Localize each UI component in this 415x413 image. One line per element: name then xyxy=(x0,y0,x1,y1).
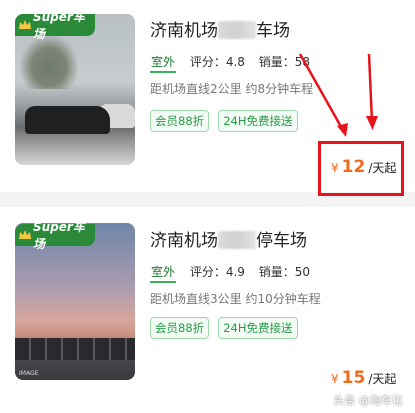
price-highlight-box xyxy=(318,141,404,196)
crown-icon xyxy=(19,20,31,30)
redacted-text xyxy=(218,231,256,249)
title-end: 车场 xyxy=(256,21,290,41)
title-end: 停车场 xyxy=(256,231,307,251)
member-discount-chip: 会员88折 xyxy=(150,110,210,132)
parking-meta: 室外 评分：4.9 销量：50 xyxy=(150,263,310,283)
title-start: 济南机场 xyxy=(150,231,218,251)
free-shuttle-chip: 24H免费接送 xyxy=(218,317,298,339)
photo-watermark: IMAGE xyxy=(19,370,39,377)
title-start: 济南机场 xyxy=(150,21,218,41)
arrow-annotation-icon xyxy=(298,53,378,137)
super-badge: Super车场 xyxy=(15,10,95,41)
distance-text: 距机场直线2公里 约8分钟车程 xyxy=(150,82,314,96)
free-shuttle-chip: 24H免费接送 xyxy=(218,110,298,132)
price-amount: 15 xyxy=(341,368,366,388)
parking-title[interactable]: 济南机场 停车场 xyxy=(150,226,307,251)
badge-label: Super车场 xyxy=(33,10,85,41)
sales-label: 销量： xyxy=(258,55,295,69)
distance-text: 距机场直线3公里 约10分钟车程 xyxy=(150,292,321,306)
rating-value: 4.9 xyxy=(225,265,245,279)
source-watermark: 头条 @淘车位 xyxy=(333,394,404,407)
rating-label: 评分： xyxy=(189,265,226,279)
parking-title[interactable]: 济南机场 车场 xyxy=(150,16,290,41)
super-badge: Super车场 xyxy=(15,220,95,251)
outdoor-tag: 室外 xyxy=(150,263,177,283)
price: ¥15/天起 xyxy=(331,368,396,388)
badge-label: Super车场 xyxy=(33,220,85,251)
redacted-text xyxy=(218,21,256,39)
feature-tags: 会员88折 24H免费接送 xyxy=(150,317,302,339)
price-unit: /天起 xyxy=(368,372,397,386)
rating-value: 4.8 xyxy=(225,55,245,69)
feature-tags: 会员88折 24H免费接送 xyxy=(150,110,302,132)
outdoor-tag: 室外 xyxy=(150,53,177,73)
sales-value: 50 xyxy=(294,265,311,279)
member-discount-chip: 会员88折 xyxy=(150,317,210,339)
sales-label: 销量： xyxy=(258,265,295,279)
rating-label: 评分： xyxy=(189,55,226,69)
price-currency: ¥ xyxy=(331,372,339,386)
parking-meta: 室外 评分：4.8 销量：58 xyxy=(150,53,310,73)
crown-icon xyxy=(19,230,31,240)
